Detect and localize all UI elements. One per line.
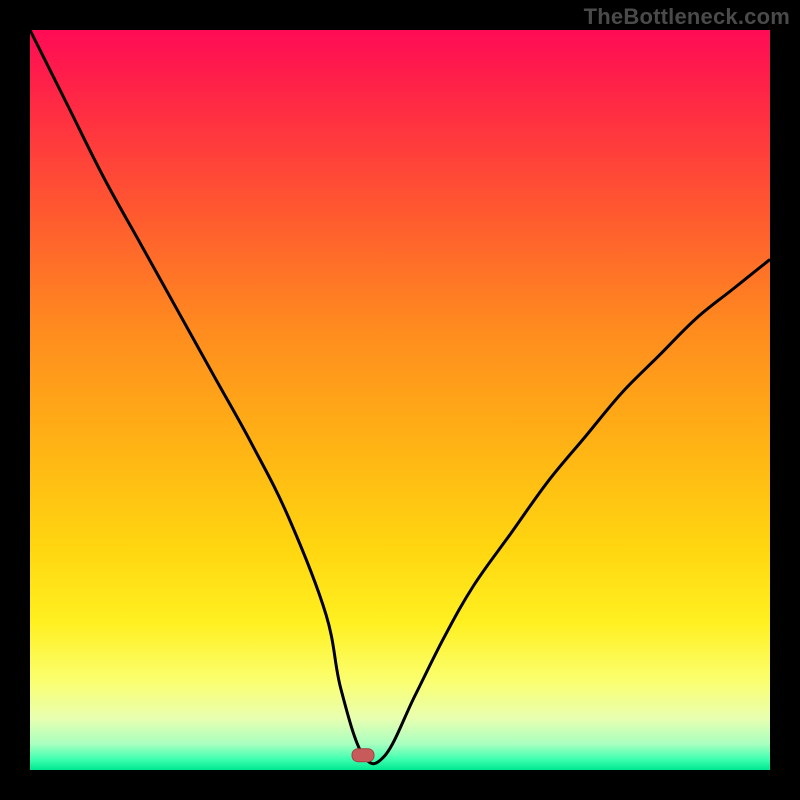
chart-frame: TheBottleneck.com: [0, 0, 800, 800]
plot-area: [30, 30, 770, 770]
chart-svg: [30, 30, 770, 770]
watermark-text: TheBottleneck.com: [584, 4, 790, 30]
gradient-background: [30, 30, 770, 770]
optimum-marker: [352, 749, 374, 762]
